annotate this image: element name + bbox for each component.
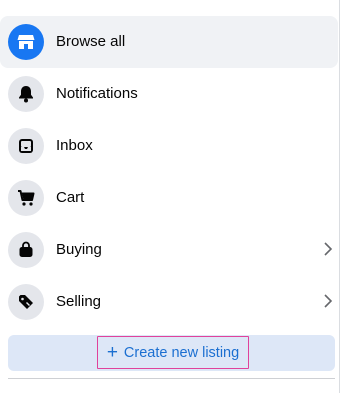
create-listing-label: Create new listing [123,344,240,361]
menu-item-label: Cart [56,189,85,206]
panel-right-border [339,0,340,393]
create-listing-highlight[interactable]: + Create new listing [97,336,249,369]
menu-item-cart[interactable]: Cart [0,172,338,224]
bell-icon [8,76,44,112]
section-divider [8,378,335,379]
storefront-icon [8,24,44,60]
menu-item-notifications[interactable]: Notifications [0,68,338,120]
menu-item-buying[interactable]: Buying [0,224,338,276]
chevron-right-icon [322,242,334,256]
menu-item-label: Buying [56,241,102,258]
menu-item-inbox[interactable]: Inbox [0,120,338,172]
menu-item-browse-all[interactable]: Browse all [0,16,338,68]
marketplace-menu: Browse all Notifications Inbox Cart Buyi… [0,16,338,328]
menu-item-selling[interactable]: Selling [0,276,338,328]
menu-item-label: Inbox [56,137,93,154]
menu-item-label: Browse all [56,33,126,50]
cart-icon [8,180,44,216]
menu-item-label: Selling [56,293,102,310]
menu-item-label: Notifications [56,85,138,102]
create-new-listing-button[interactable]: + Create new listing [8,335,335,371]
price-tag-icon [8,284,44,320]
inbox-icon [8,128,44,164]
chevron-right-icon [322,294,334,308]
plus-icon: + [106,342,118,363]
shopping-bag-icon [8,232,44,268]
